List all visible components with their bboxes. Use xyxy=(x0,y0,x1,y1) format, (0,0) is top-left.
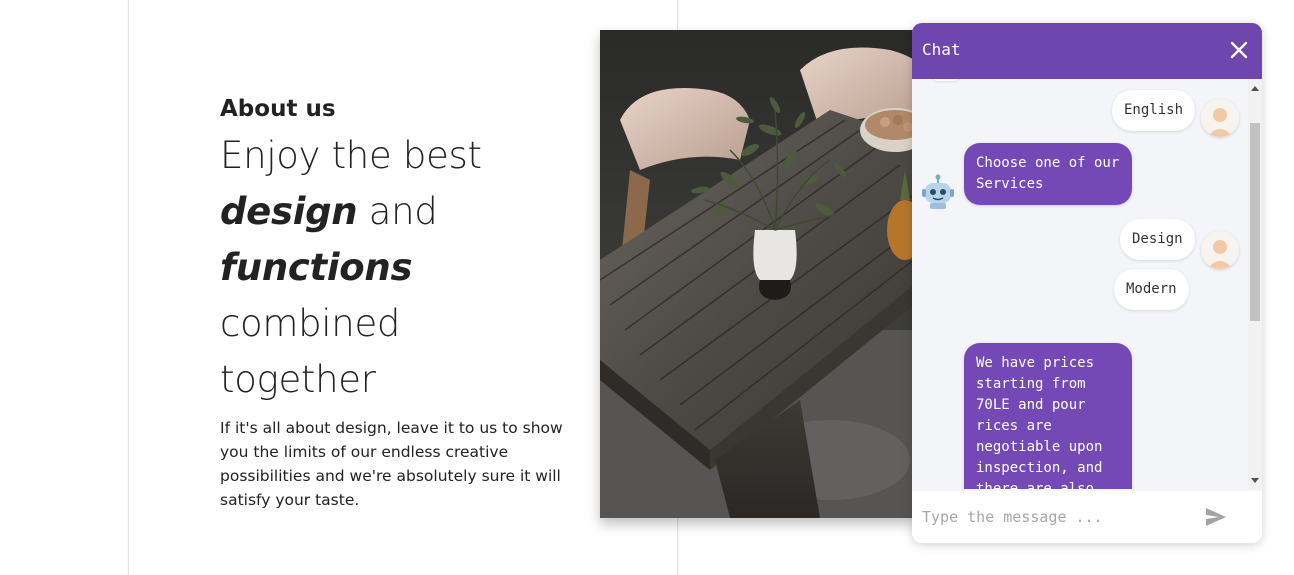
message-bot: We have prices starting from 70LE and po… xyxy=(964,343,1132,489)
send-icon[interactable] xyxy=(1204,506,1228,528)
about-section: About us Enjoy the best design and funct… xyxy=(220,96,590,512)
about-eyebrow: About us xyxy=(220,96,336,122)
about-headline: Enjoy the best design and functions comb… xyxy=(220,128,590,408)
about-description: If it's all about design, leave it to us… xyxy=(220,419,563,509)
user-avatar-icon xyxy=(1201,231,1239,269)
chat-message-input[interactable] xyxy=(922,505,1192,529)
headline-together: together xyxy=(220,358,376,401)
message-bot: Choose one of our Services xyxy=(964,143,1132,205)
headline-line-1: Enjoy the best xyxy=(220,134,482,177)
chat-title: Chat xyxy=(922,40,961,59)
chat-messages: English Choose one of our Services Desig… xyxy=(912,79,1252,489)
headline-and: and xyxy=(357,190,438,233)
user-avatar-icon xyxy=(1201,99,1239,137)
scroll-down-arrow-icon[interactable] xyxy=(1251,478,1259,483)
scroll-up-arrow-icon[interactable] xyxy=(1251,86,1259,91)
message-user: Design xyxy=(1120,219,1195,260)
robot-avatar-icon xyxy=(918,173,958,213)
dining-table-photo xyxy=(600,30,920,518)
message-user: Modern xyxy=(1114,269,1189,310)
chat-input-row xyxy=(912,491,1262,543)
page: About us Enjoy the best design and funct… xyxy=(0,0,1294,575)
message-user: English xyxy=(1112,90,1196,131)
chat-widget: Chat English Choose one of our Services … xyxy=(912,23,1262,543)
scroll-thumb[interactable] xyxy=(1250,123,1260,321)
previous-message-edge xyxy=(932,79,960,81)
chat-scrollbar[interactable] xyxy=(1248,79,1262,489)
chat-header: Chat xyxy=(912,23,1262,79)
headline-combined: combined xyxy=(220,302,401,345)
headline-functions: functions xyxy=(220,246,413,289)
headline-design: design xyxy=(220,190,358,233)
close-icon[interactable] xyxy=(1228,39,1250,61)
